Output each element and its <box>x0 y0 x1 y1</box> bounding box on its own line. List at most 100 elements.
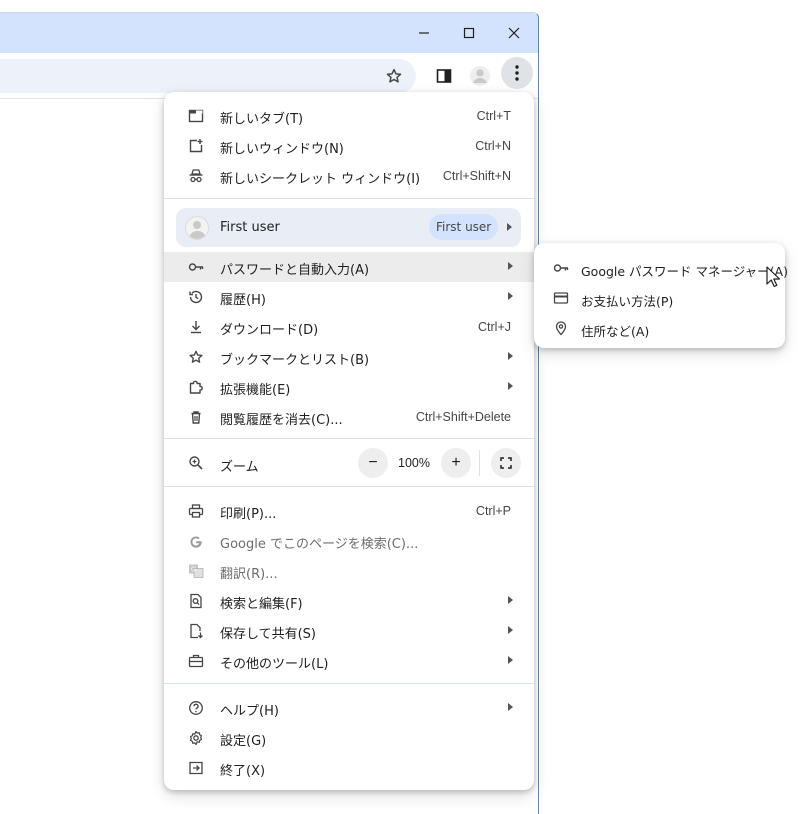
google-icon <box>188 533 204 549</box>
zoom-row: ズーム − 100% + <box>164 444 534 482</box>
history-icon <box>188 289 204 305</box>
menu-item-label: その他のツール(L) <box>220 657 329 672</box>
menu-item-save-share[interactable]: 保存して共有(S) <box>164 616 534 646</box>
menu-item-label: 新しいウィンドウ(N) <box>220 142 344 157</box>
profile-button[interactable] <box>467 63 493 89</box>
minimize-icon <box>419 32 429 34</box>
key-icon <box>188 259 204 275</box>
minimize-button[interactable] <box>402 19 446 47</box>
settings-icon <box>188 730 204 746</box>
menu-item-settings[interactable]: 設定(G) <box>164 723 534 753</box>
submenu-item-payment-methods[interactable]: お支払い方法(P) <box>534 283 785 313</box>
menu-divider <box>164 486 534 487</box>
submenu-arrow-icon <box>508 656 513 664</box>
key-icon <box>553 260 569 276</box>
toolbox-icon <box>188 653 204 669</box>
download-icon <box>188 319 204 335</box>
zoom-icon <box>188 455 204 471</box>
menu-divider <box>164 683 534 684</box>
menu-item-label: 保存して共有(S) <box>220 627 317 642</box>
menu-item-label: 翻訳(R)... <box>220 567 278 582</box>
trash-icon <box>188 409 204 425</box>
mouse-cursor-icon <box>766 266 782 288</box>
menu-item-label: 履歴(H) <box>220 293 266 308</box>
new-tab-icon <box>188 108 204 124</box>
passwords-autofill-submenu: Google パスワード マネージャー(A) お支払い方法(P) 住所など(A) <box>534 243 788 348</box>
fullscreen-button[interactable] <box>491 448 521 478</box>
menu-item-incognito[interactable]: 新しいシークレット ウィンドウ(I) Ctrl+Shift+N <box>164 161 534 191</box>
menu-item-downloads[interactable]: ダウンロード(D) Ctrl+J <box>164 312 534 342</box>
menu-item-more-tools[interactable]: その他のツール(L) <box>164 646 534 676</box>
menu-item-label: 閲覧履歴を消去(C)... <box>220 413 343 428</box>
new-window-icon <box>188 138 204 154</box>
title-bar <box>0 13 538 53</box>
submenu-arrow-icon <box>508 262 513 270</box>
submenu-item-label: 住所など(A) <box>581 324 650 339</box>
maximize-button[interactable] <box>447 19 491 47</box>
submenu-arrow-icon <box>508 352 513 360</box>
help-icon <box>188 700 204 716</box>
menu-item-print[interactable]: 印刷(P)... Ctrl+P <box>164 496 534 526</box>
maximize-icon <box>463 27 475 39</box>
menu-item-help[interactable]: ヘルプ(H) <box>164 693 534 723</box>
side-panel-icon <box>436 69 452 83</box>
address-bar[interactable] <box>0 59 416 93</box>
menu-item-new-window[interactable]: 新しいウィンドウ(N) Ctrl+N <box>164 131 534 161</box>
menu-item-label: ダウンロード(D) <box>220 323 319 338</box>
zoom-out-button[interactable]: − <box>358 448 388 478</box>
submenu-item-password-manager[interactable]: Google パスワード マネージャー(A) <box>534 253 788 283</box>
menu-item-new-tab[interactable]: 新しいタブ(T) Ctrl+T <box>164 101 534 131</box>
bookmark-star-button[interactable] <box>381 63 407 89</box>
submenu-item-label: Google パスワード マネージャー(A) <box>581 264 788 279</box>
menu-item-clear-browsing-data[interactable]: 閲覧履歴を消去(C)... Ctrl+Shift+Delete <box>164 402 534 432</box>
menu-item-label: 拡張機能(E) <box>220 383 291 398</box>
zoom-value: 100% <box>398 456 430 470</box>
submenu-arrow-icon <box>508 382 513 390</box>
menu-item-label: ブックマークとリスト(B) <box>220 353 370 368</box>
zoom-in-button[interactable]: + <box>441 448 471 478</box>
submenu-arrow-icon <box>508 292 513 300</box>
submenu-item-addresses[interactable]: 住所など(A) <box>534 313 785 343</box>
profile-row[interactable]: First user First user <box>176 208 521 247</box>
menu-item-extensions[interactable]: 拡張機能(E) <box>164 372 534 402</box>
shortcut-text: Ctrl+Shift+Delete <box>415 410 511 424</box>
more-menu-button[interactable] <box>501 57 533 89</box>
menu-item-label: 新しいシークレット ウィンドウ(I) <box>220 172 421 187</box>
submenu-arrow-icon <box>507 223 512 231</box>
star-icon <box>386 68 402 83</box>
profile-icon <box>470 66 490 86</box>
credit-card-icon <box>553 290 569 306</box>
profile-name: First user <box>220 220 280 235</box>
close-button[interactable] <box>492 19 536 47</box>
submenu-arrow-icon <box>508 626 513 634</box>
print-icon <box>188 503 204 519</box>
menu-item-exit[interactable]: 終了(X) <box>164 753 534 783</box>
chrome-menu: 新しいタブ(T) Ctrl+T 新しいウィンドウ(N) Ctrl+N 新しいシー… <box>164 92 534 790</box>
menu-divider <box>164 198 534 199</box>
submenu-item-label: お支払い方法(P) <box>581 294 674 309</box>
fullscreen-icon <box>500 457 512 469</box>
close-icon <box>508 27 520 39</box>
zoom-label: ズーム <box>220 460 259 475</box>
menu-item-translate: G 翻訳(R)... <box>164 556 534 586</box>
submenu-arrow-icon <box>508 596 513 604</box>
shortcut-text: Ctrl+Shift+N <box>442 169 511 183</box>
menu-item-find-edit[interactable]: 検索と編集(F) <box>164 586 534 616</box>
side-panel-button[interactable] <box>431 63 457 89</box>
star-icon <box>188 349 204 365</box>
shortcut-text: Ctrl+J <box>478 320 511 334</box>
menu-item-label: Google でこのページを検索(C)... <box>220 537 419 552</box>
avatar <box>185 216 209 240</box>
menu-item-bookmarks[interactable]: ブックマークとリスト(B) <box>164 342 534 372</box>
submenu-arrow-icon <box>508 703 513 711</box>
menu-item-passwords-autofill[interactable]: パスワードと自動入力(A) <box>164 252 534 282</box>
extension-icon <box>188 379 204 395</box>
shortcut-text: Ctrl+N <box>475 139 511 153</box>
menu-item-label: 印刷(P)... <box>220 507 277 522</box>
svg-text:G: G <box>191 567 196 574</box>
find-icon <box>188 593 204 609</box>
menu-item-label: 終了(X) <box>220 764 266 779</box>
translate-icon: G <box>188 563 204 579</box>
menu-item-history[interactable]: 履歴(H) <box>164 282 534 312</box>
menu-item-label: ヘルプ(H) <box>220 704 279 719</box>
